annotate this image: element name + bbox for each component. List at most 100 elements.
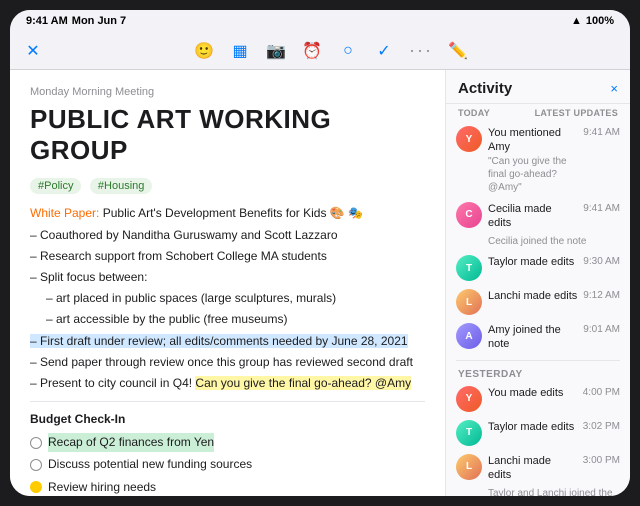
link-icon[interactable]: ○ — [337, 40, 359, 62]
amy-join-time: 9:01 AM — [583, 323, 620, 335]
activity-item-taylor-edits: T Taylor made edits 9:30 AM — [446, 251, 630, 285]
budget-item-2: Discuss potential new funding sources — [30, 455, 425, 474]
radio-3[interactable] — [30, 481, 42, 493]
draft-highlight: – First draft under review; all edits/co… — [30, 334, 408, 348]
yesterday-label: YESTERDAY — [446, 365, 630, 382]
tag-policy[interactable]: #Policy — [30, 178, 81, 194]
status-right: ▲ 100% — [571, 15, 614, 27]
cecilia-note: Cecilia joined the note — [446, 234, 630, 251]
mention-main: You mentioned Amy — [488, 126, 577, 155]
taylor-edits-2-main: Taylor made edits — [488, 420, 577, 434]
avatar-amy: A — [456, 323, 482, 349]
activity-item-amy-join: A Amy joined the note 9:01 AM — [446, 319, 630, 356]
whitepaper-line: White Paper: Public Art's Development Be… — [30, 204, 425, 223]
activity-cols: TODAY LATEST UPDATES — [446, 104, 630, 122]
activity-item-you-mention: Y You mentioned Amy "Can you give the fi… — [446, 122, 630, 198]
tag-housing[interactable]: #Housing — [90, 178, 152, 194]
today-label: TODAY — [458, 108, 490, 118]
author-line: – Coauthored by Nanditha Guruswamy and S… — [30, 226, 425, 245]
draft-line: – First draft under review; all edits/co… — [30, 332, 425, 351]
activity-text-taylor: Taylor made edits — [488, 255, 577, 269]
activity-text-taylor-2: Taylor made edits — [488, 420, 577, 434]
activity-text-amy: Amy joined the note — [488, 323, 577, 352]
council-line: – Present to city council in Q4! Can you… — [30, 374, 425, 393]
camera-icon[interactable]: 📷 — [265, 40, 287, 62]
divider1 — [30, 401, 425, 402]
activity-item-you-edits: Y You made edits 4:00 PM — [446, 382, 630, 416]
close-button[interactable]: × — [610, 81, 618, 96]
more-dots[interactable]: ··· — [409, 40, 433, 61]
activity-header: Activity × — [446, 70, 630, 104]
cecilia-edits-time: 9:41 AM — [583, 202, 620, 214]
note-body: White Paper: Public Art's Development Be… — [30, 204, 425, 496]
activity-text-lanchi: Lanchi made edits — [488, 289, 577, 303]
avatar-cecilia: C — [456, 202, 482, 228]
lanchi-edits-main: Lanchi made edits — [488, 289, 577, 303]
lanchi-edits-2-time: 3:00 PM — [583, 454, 620, 466]
activity-item-lanchi-edits-2: L Lanchi made edits 3:00 PM — [446, 450, 630, 487]
toolbar-center: 🙂 ▦ 📷 ⏰ ○ ✓ ··· ✏️ — [193, 40, 469, 62]
table-icon[interactable]: ▦ — [229, 40, 251, 62]
whitepaper-label: White Paper: — [30, 206, 99, 220]
avatar-taylor-2: T — [456, 420, 482, 446]
avatar-you: Y — [456, 126, 482, 152]
cecilia-edits-main: Cecilia made edits — [488, 202, 577, 231]
note-area[interactable]: Monday Morning Meeting PUBLIC ART WORKIN… — [10, 70, 445, 496]
note-title: PUBLIC ART WORKING GROUP — [30, 104, 425, 166]
radio-2[interactable] — [30, 459, 42, 471]
compose-icon[interactable]: ✏️ — [447, 40, 469, 62]
budget-text-2: Discuss potential new funding sources — [48, 455, 252, 474]
budget-item-3: Review hiring needs — [30, 478, 425, 496]
activity-item-cecilia-edits: C Cecilia made edits 9:41 AM — [446, 198, 630, 235]
you-edits-main: You made edits — [488, 386, 577, 400]
activity-text-you: You mentioned Amy "Can you give the fina… — [488, 126, 577, 194]
avatar-taylor: T — [456, 255, 482, 281]
taylor-edits-time: 9:30 AM — [583, 255, 620, 267]
amy-join-main: Amy joined the note — [488, 323, 577, 352]
public-spaces-line: – art placed in public spaces (large scu… — [30, 289, 425, 308]
back-icon[interactable]: ✕ — [22, 40, 44, 62]
you-edits-time: 4:00 PM — [583, 386, 620, 398]
status-bar: 9:41 AM Mon Jun 7 ▲ 100% — [10, 10, 630, 32]
activity-item-taylor-edits-2: T Taylor made edits 3:02 PM — [446, 416, 630, 450]
note-date: Monday Morning Meeting — [30, 86, 425, 98]
lanchi-edits-2-main: Lanchi made edits — [488, 454, 577, 483]
amy-highlight: Can you give the final go-ahead? @Amy — [195, 376, 411, 390]
battery: 100% — [586, 15, 614, 27]
mention-sub: "Can you give the final go-ahead? @Amy" — [488, 155, 577, 194]
reminder-icon[interactable]: ⏰ — [301, 40, 323, 62]
lanchi-edits-time: 9:12 AM — [583, 289, 620, 301]
activity-text-cecilia: Cecilia made edits — [488, 202, 577, 231]
budget-title: Budget Check-In — [30, 410, 425, 429]
tag-row: #Policy #Housing — [30, 176, 425, 194]
activity-item-lanchi-edits: L Lanchi made edits 9:12 AM — [446, 285, 630, 319]
budget-text-3: Review hiring needs — [48, 478, 156, 496]
activity-title: Activity — [458, 80, 512, 97]
avatar-lanchi-2: L — [456, 454, 482, 480]
latest-label: LATEST UPDATES — [535, 108, 618, 118]
whitepaper-text: Public Art's Development Benefits for Ki… — [103, 206, 363, 220]
toolbar-left: ✕ — [22, 40, 44, 62]
taylor-edits-main: Taylor made edits — [488, 255, 577, 269]
activity-panel: Activity × TODAY LATEST UPDATES Y You me… — [445, 70, 630, 496]
activity-list: Y You mentioned Amy "Can you give the fi… — [446, 122, 630, 496]
budget-item-1: Recap of Q2 finances from Yen — [30, 433, 425, 452]
main-area: Monday Morning Meeting PUBLIC ART WORKIN… — [10, 70, 630, 496]
mention-time: 9:41 AM — [583, 126, 620, 138]
send-line: – Send paper through review once this gr… — [30, 353, 425, 372]
taylor-lanchi-note: Taylor and Lanchi joined the note 3:00 P… — [446, 486, 630, 496]
time: 9:41 AM — [26, 15, 68, 27]
wifi-icon: ▲ — [571, 15, 582, 27]
date: Mon Jun 7 — [72, 15, 126, 27]
toolbar: ✕ 🙂 ▦ 📷 ⏰ ○ ✓ ··· ✏️ — [10, 32, 630, 70]
activity-text-lanchi-2: Lanchi made edits — [488, 454, 577, 483]
research-line: – Research support from Schobert College… — [30, 247, 425, 266]
accessible-line: – art accessible by the public (free mus… — [30, 310, 425, 329]
split-line: – Split focus between: — [30, 268, 425, 287]
activity-text-you-edits: You made edits — [488, 386, 577, 400]
checklist-icon[interactable]: ✓ — [373, 40, 395, 62]
emoji-icon[interactable]: 🙂 — [193, 40, 215, 62]
budget-text-1: Recap of Q2 finances from Yen — [48, 433, 214, 452]
avatar-lanchi: L — [456, 289, 482, 315]
radio-1[interactable] — [30, 437, 42, 449]
